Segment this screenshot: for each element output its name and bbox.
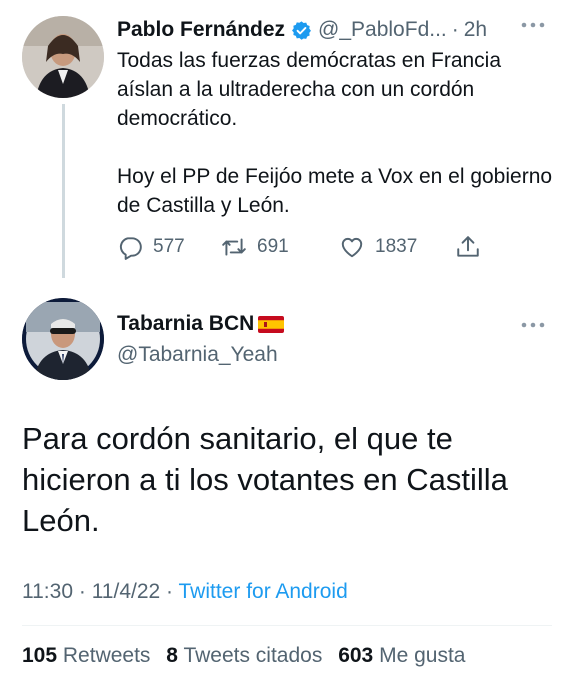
more-options-icon[interactable] <box>520 314 546 342</box>
retweet-count: 691 <box>257 236 289 257</box>
retweet-icon <box>222 238 246 256</box>
reply-button[interactable]: 577 <box>117 234 221 260</box>
like-button[interactable]: 1837 <box>339 234 455 260</box>
divider <box>22 625 552 626</box>
quotes-count: 8 <box>166 644 178 667</box>
header-separator: · <box>451 18 459 41</box>
main-author-avatar[interactable] <box>22 298 104 380</box>
main-author-handle[interactable]: @Tabarnia_Yeah <box>117 343 278 367</box>
tweet-time[interactable]: 11:30 <box>22 580 73 603</box>
parent-author-avatar[interactable] <box>22 16 104 98</box>
likes-stat[interactable]: 603 Me gusta <box>338 644 465 667</box>
main-author-name-row: Tabarnia BCN <box>117 312 285 336</box>
parent-tweet-actions: 577 691 1837 <box>117 232 491 262</box>
meta-separator: · <box>78 580 86 603</box>
parent-author-handle[interactable]: @_PabloFd... <box>318 18 447 42</box>
tweet-source-link[interactable]: Twitter for Android <box>179 580 348 603</box>
heart-icon <box>341 237 363 258</box>
parent-tweet-paragraph: Hoy el PP de Feijóo mete a Vox en el gob… <box>117 165 553 217</box>
parent-tweet-text: Todas las fuerzas demócratas en Francia … <box>117 46 557 220</box>
tweet-date[interactable]: 11/4/22 <box>92 580 161 603</box>
verified-badge-icon <box>292 20 311 40</box>
reply-icon <box>119 237 142 260</box>
meta-separator: · <box>166 580 174 603</box>
main-author-name[interactable]: Tabarnia BCN <box>117 312 254 336</box>
reply-count: 577 <box>153 236 185 257</box>
retweets-count: 105 <box>22 644 58 667</box>
tweet-metadata: 11:30 · 11/4/22 · Twitter for Android <box>22 580 348 604</box>
share-button[interactable] <box>455 234 491 260</box>
quotes-stat[interactable]: 8 Tweets citados <box>166 644 322 667</box>
like-count: 1837 <box>375 236 418 257</box>
parent-author-name[interactable]: Pablo Fernández <box>117 18 285 42</box>
quotes-label: Tweets citados <box>183 644 323 667</box>
thread-connector-line <box>62 104 65 278</box>
parent-tweet-time[interactable]: 2h <box>464 18 487 42</box>
likes-label: Me gusta <box>379 644 466 667</box>
retweet-button[interactable]: 691 <box>221 234 339 260</box>
parent-tweet-paragraph: Todas las fuerzas demócratas en Francia … <box>117 49 502 130</box>
more-options-icon[interactable] <box>520 14 546 42</box>
tweet-stats: 105 Retweets 8 Tweets citados 603 Me gus… <box>22 644 465 668</box>
share-icon <box>457 236 479 257</box>
parent-tweet-header: Pablo Fernández @_PabloFd... · 2h <box>117 14 487 46</box>
main-tweet-text: Para cordón sanitario, el que te hiciero… <box>22 421 508 538</box>
spain-flag-icon <box>258 315 285 333</box>
likes-count: 603 <box>338 644 374 667</box>
retweets-stat[interactable]: 105 Retweets <box>22 644 150 667</box>
retweets-label: Retweets <box>62 644 151 667</box>
